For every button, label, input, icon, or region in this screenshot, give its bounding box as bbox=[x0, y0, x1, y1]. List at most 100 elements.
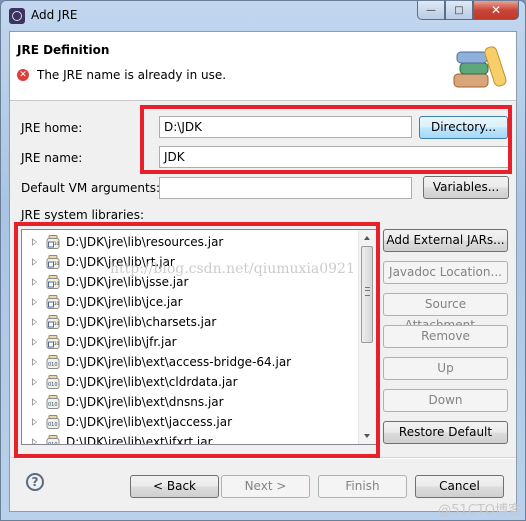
jar-binary-icon: 010 bbox=[46, 415, 60, 429]
source-attachment-button[interactable]: Source Attachment... bbox=[383, 293, 508, 332]
minimize-icon: — bbox=[426, 4, 436, 16]
error-message: The JRE name is already in use. bbox=[37, 68, 227, 82]
scroll-up-icon[interactable] bbox=[364, 236, 370, 240]
back-button[interactable]: < Back bbox=[130, 475, 219, 498]
library-row[interactable]: 010 D:\JDK\jre\lib\ext\access-bridge-64.j… bbox=[22, 352, 352, 372]
library-path: D:\JDK\jre\lib\jfr.jar bbox=[66, 335, 177, 349]
library-path: D:\JDK\jre\lib\ext\cldrdata.jar bbox=[66, 375, 238, 389]
close-button[interactable]: ✕ bbox=[473, 1, 519, 20]
footer-separator bbox=[10, 457, 516, 459]
library-path: D:\JDK\jre\lib\ext\jaccess.jar bbox=[66, 415, 233, 429]
scroll-thumb[interactable] bbox=[361, 246, 373, 343]
eclipse-app-icon bbox=[9, 8, 25, 24]
library-row[interactable]: 010 D:\JDK\jre\lib\ext\jfxrt.jar bbox=[22, 432, 352, 445]
vertical-scrollbar[interactable] bbox=[358, 230, 376, 444]
svg-text:10: 10 bbox=[54, 281, 60, 286]
help-icon[interactable]: ? bbox=[26, 473, 44, 491]
window-title: Add JRE bbox=[31, 8, 78, 22]
library-row[interactable]: 10 D:\JDK\jre\lib\jce.jar bbox=[22, 292, 352, 312]
jar-binary-icon: 010 bbox=[46, 355, 60, 369]
library-row[interactable]: 10 D:\JDK\jre\lib\charsets.jar bbox=[22, 312, 352, 332]
wizard-header: JRE Definition ✕ The JRE name is already… bbox=[10, 32, 516, 101]
svg-text:010: 010 bbox=[48, 402, 58, 408]
remove-button[interactable]: Remove bbox=[383, 325, 508, 348]
library-path: D:\JDK\jre\lib\jsse.jar bbox=[66, 275, 189, 289]
up-button[interactable]: Up bbox=[383, 357, 508, 380]
cancel-button[interactable]: Cancel bbox=[415, 475, 504, 498]
vm-args-label: Default VM arguments: bbox=[21, 181, 161, 195]
jar-source-icon: 10 bbox=[46, 275, 60, 289]
next-button[interactable]: Next > bbox=[221, 475, 310, 498]
library-row[interactable]: 010 D:\JDK\jre\lib\ext\cldrdata.jar bbox=[22, 372, 352, 392]
grip-icon bbox=[365, 287, 370, 296]
jar-binary-icon: 010 bbox=[46, 435, 60, 445]
svg-text:010: 010 bbox=[48, 442, 58, 445]
jar-binary-icon: 010 bbox=[46, 395, 60, 409]
library-path: D:\JDK\jre\lib\ext\dnsns.jar bbox=[66, 395, 224, 409]
expand-arrow-icon[interactable] bbox=[32, 258, 37, 266]
svg-text:10: 10 bbox=[54, 301, 60, 306]
library-row[interactable]: 010 D:\JDK\jre\lib\ext\jaccess.jar bbox=[22, 412, 352, 432]
expand-arrow-icon[interactable] bbox=[32, 318, 37, 326]
expand-arrow-icon[interactable] bbox=[32, 398, 37, 406]
books-icon bbox=[453, 46, 507, 88]
jre-home-label: JRE home: bbox=[21, 121, 83, 135]
down-button[interactable]: Down bbox=[383, 389, 508, 412]
title-bar[interactable]: Add JRE — □ ✕ bbox=[1, 1, 525, 31]
svg-text:10: 10 bbox=[54, 241, 60, 246]
jre-home-input[interactable]: D:\JDK bbox=[159, 116, 412, 138]
expand-arrow-icon[interactable] bbox=[32, 238, 37, 246]
corner-watermark: @51CTO博客 bbox=[438, 503, 521, 518]
svg-text:10: 10 bbox=[54, 321, 60, 326]
library-row[interactable]: 10 D:\JDK\jre\lib\jfr.jar bbox=[22, 332, 352, 352]
expand-arrow-icon[interactable] bbox=[32, 378, 37, 386]
library-path: D:\JDK\jre\lib\resources.jar bbox=[66, 235, 224, 249]
variables-button[interactable]: Variables... bbox=[423, 176, 509, 199]
expand-arrow-icon[interactable] bbox=[32, 298, 37, 306]
jar-binary-icon: 010 bbox=[46, 375, 60, 389]
expand-arrow-icon[interactable] bbox=[32, 438, 37, 444]
svg-text:010: 010 bbox=[48, 422, 58, 428]
add-external-jars-button[interactable]: Add External JARs... bbox=[383, 229, 508, 252]
maximize-icon: □ bbox=[454, 4, 464, 16]
library-row[interactable]: 10 D:\JDK\jre\lib\rt.jar bbox=[22, 252, 352, 272]
library-path: D:\JDK\jre\lib\ext\jfxrt.jar bbox=[66, 435, 213, 445]
dialog-client-area: JRE Definition ✕ The JRE name is already… bbox=[9, 31, 517, 512]
expand-arrow-icon[interactable] bbox=[32, 418, 37, 426]
jre-name-label: JRE name: bbox=[21, 151, 83, 165]
svg-text:10: 10 bbox=[54, 261, 60, 266]
javadoc-location-button[interactable]: Javadoc Location... bbox=[383, 261, 508, 284]
library-path: D:\JDK\jre\lib\jce.jar bbox=[66, 295, 183, 309]
library-row[interactable]: 10 D:\JDK\jre\lib\jsse.jar bbox=[22, 272, 352, 292]
jar-source-icon: 10 bbox=[46, 335, 60, 349]
jar-source-icon: 10 bbox=[46, 235, 60, 249]
svg-text:010: 010 bbox=[48, 362, 58, 368]
library-path: D:\JDK\jre\lib\charsets.jar bbox=[66, 315, 217, 329]
libraries-label: JRE system libraries: bbox=[21, 208, 144, 222]
expand-arrow-icon[interactable] bbox=[32, 358, 37, 366]
minimize-button[interactable]: — bbox=[417, 1, 445, 20]
libraries-tree[interactable]: 10 D:\JDK\jre\lib\resources.jar 10 D:\JDK\j… bbox=[21, 229, 377, 445]
jar-source-icon: 10 bbox=[46, 295, 60, 309]
library-row[interactable]: 010 D:\JDK\jre\lib\ext\dnsns.jar bbox=[22, 392, 352, 412]
expand-arrow-icon[interactable] bbox=[32, 338, 37, 346]
library-path: D:\JDK\jre\lib\rt.jar bbox=[66, 255, 175, 269]
error-icon: ✕ bbox=[17, 69, 29, 81]
vm-args-input[interactable] bbox=[159, 177, 412, 199]
add-jre-dialog: Add JRE — □ ✕ JRE Definition ✕ The JRE n… bbox=[0, 0, 526, 521]
page-title: JRE Definition bbox=[17, 43, 110, 57]
restore-default-button[interactable]: Restore Default bbox=[383, 421, 508, 444]
jar-source-icon: 10 bbox=[46, 315, 60, 329]
directory-button[interactable]: Directory... bbox=[419, 116, 508, 139]
close-icon: ✕ bbox=[490, 3, 502, 17]
maximize-button[interactable]: □ bbox=[445, 1, 473, 20]
jre-name-input[interactable]: JDK bbox=[159, 146, 509, 168]
finish-button[interactable]: Finish bbox=[318, 475, 407, 498]
jar-source-icon: 10 bbox=[46, 255, 60, 269]
scroll-down-icon[interactable] bbox=[364, 434, 370, 438]
svg-text:010: 010 bbox=[48, 382, 58, 388]
svg-text:10: 10 bbox=[54, 341, 60, 346]
library-row[interactable]: 10 D:\JDK\jre\lib\resources.jar bbox=[22, 232, 352, 252]
library-path: D:\JDK\jre\lib\ext\access-bridge-64.jar bbox=[66, 355, 292, 369]
expand-arrow-icon[interactable] bbox=[32, 278, 37, 286]
